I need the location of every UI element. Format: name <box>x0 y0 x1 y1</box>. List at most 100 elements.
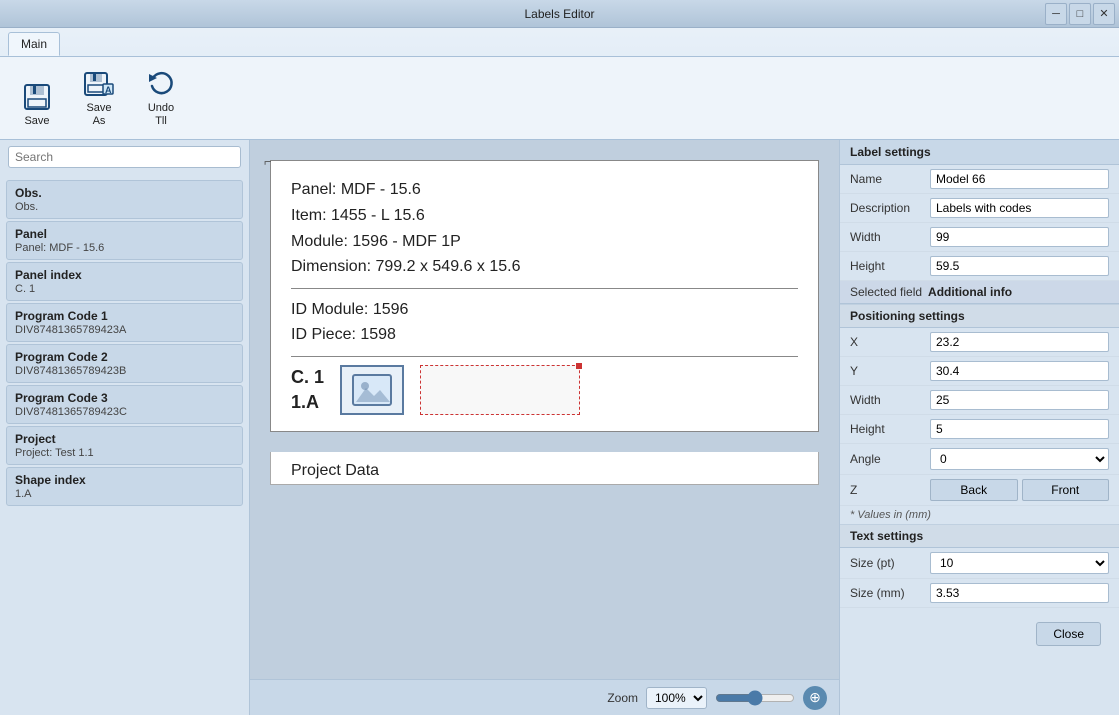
left-panel: Obs. Obs. Panel Panel: MDF - 15.6 Panel … <box>0 140 250 715</box>
zoom-select[interactable]: 50% 75% 100% 125% 150% <box>646 687 707 709</box>
save-icon <box>21 81 53 113</box>
ribbon: Main Save A <box>0 28 1119 140</box>
pos-height-row: Height <box>840 415 1119 444</box>
z-front-button[interactable]: Front <box>1022 479 1110 501</box>
pos-z-row: Z Back Front <box>840 475 1119 506</box>
close-button[interactable]: Close <box>1036 622 1101 646</box>
canvas-corner-marker: ⌐ <box>264 154 272 169</box>
field-description-label: Description <box>850 201 930 215</box>
title-bar: Labels Editor ─ □ ✕ <box>0 0 1119 28</box>
undo-all-label: UndoTll <box>148 102 174 128</box>
text-size-pt-label: Size (pt) <box>850 556 930 570</box>
list-item[interactable]: Panel index C. 1 <box>6 262 243 301</box>
close-button[interactable]: ✕ <box>1093 3 1115 25</box>
pos-y-label: Y <box>850 364 930 378</box>
window-controls: ─ □ ✕ <box>1045 3 1115 25</box>
undo-all-button[interactable]: UndoTll <box>134 63 188 133</box>
list-item[interactable]: Program Code 2 DIV87481365789423B <box>6 344 243 383</box>
field-name-label: Name <box>850 172 930 186</box>
list-item[interactable]: Program Code 1 DIV87481365789423A <box>6 303 243 342</box>
main-layout: Obs. Obs. Panel Panel: MDF - 15.6 Panel … <box>0 140 1119 715</box>
list-item-title: Obs. <box>15 186 234 200</box>
text-size-mm-label: Size (mm) <box>850 586 930 600</box>
label-settings-header: Label settings <box>840 140 1119 165</box>
left-list: Obs. Obs. Panel Panel: MDF - 15.6 Panel … <box>0 174 249 715</box>
list-item-value: DIV87481365789423A <box>15 324 234 336</box>
canvas-id-line-1: ID Module: 1596 <box>291 297 798 323</box>
selected-field-row: Selected field Additional info <box>840 281 1119 304</box>
zoom-label: Zoom <box>607 691 638 705</box>
pos-height-input[interactable] <box>930 419 1109 439</box>
pos-y-input[interactable] <box>930 361 1109 381</box>
list-item-shape-index[interactable]: Shape index 1.A <box>6 467 243 506</box>
field-name-input[interactable] <box>930 169 1109 189</box>
text-size-mm-input[interactable] <box>930 583 1109 603</box>
z-back-button[interactable]: Back <box>930 479 1018 501</box>
list-item-title: Panel <box>15 227 234 241</box>
list-item-title: Shape index <box>15 473 234 487</box>
field-width-row: Width <box>840 223 1119 252</box>
field-width-input[interactable] <box>930 227 1109 247</box>
list-item[interactable]: Program Code 3 DIV87481365789423C <box>6 385 243 424</box>
canvas-line-3: Module: 1596 - MDF 1P <box>291 229 798 255</box>
values-note: * Values in (mm) <box>840 506 1119 524</box>
list-item[interactable]: Project Project: Test 1.1 <box>6 426 243 465</box>
save-as-button[interactable]: A SaveAs <box>72 63 126 133</box>
navigator-icon[interactable]: ⊕ <box>803 686 827 710</box>
canvas-line-1: Panel: MDF - 15.6 <box>291 177 798 203</box>
canvas-id-line-2: ID Piece: 1598 <box>291 322 798 348</box>
tab-main[interactable]: Main <box>8 32 60 56</box>
ribbon-tabs: Main <box>0 32 1119 56</box>
image-selected-box[interactable] <box>420 365 580 415</box>
label-separator-1 <box>291 288 798 289</box>
field-width-label: Width <box>850 230 930 244</box>
list-item[interactable]: Panel Panel: MDF - 15.6 <box>6 221 243 260</box>
canvas-area: ⌐ Panel: MDF - 15.6 Item: 1455 - L 15.6 … <box>250 140 839 715</box>
save-button[interactable]: Save <box>10 76 64 133</box>
svg-text:A: A <box>105 85 112 95</box>
list-item-title: Panel index <box>15 268 234 282</box>
text-size-pt-select[interactable]: 10 8 12 14 <box>930 552 1109 574</box>
label-canvas[interactable]: Panel: MDF - 15.6 Item: 1455 - L 15.6 Mo… <box>270 160 819 432</box>
field-description-input[interactable] <box>930 198 1109 218</box>
window-title: Labels Editor <box>524 7 594 21</box>
canvas-scroll[interactable]: ⌐ Panel: MDF - 15.6 Item: 1455 - L 15.6 … <box>250 140 839 679</box>
label-bottom-left: C. 1 1.A <box>291 365 324 415</box>
save-as-label: SaveAs <box>86 102 111 128</box>
right-panel: Label settings Name Description Width He… <box>839 140 1119 715</box>
label-bottom-row: C. 1 1.A <box>291 365 798 415</box>
canvas-line-4: Dimension: 799.2 x 549.6 x 15.6 <box>291 254 798 280</box>
partial-title: Project Data <box>291 462 798 480</box>
partial-section: Project Data <box>270 452 819 485</box>
pos-x-row: X <box>840 328 1119 357</box>
z-buttons: Back Front <box>930 479 1109 501</box>
field-description-row: Description <box>840 194 1119 223</box>
label-separator-2 <box>291 356 798 357</box>
pos-angle-label: Angle <box>850 452 930 466</box>
list-item-value: Obs. <box>15 201 234 213</box>
list-item-value: 1.A <box>15 488 234 500</box>
list-item-title: Program Code 2 <box>15 350 234 364</box>
selected-field-value: Additional info <box>928 285 1012 299</box>
field-height-input[interactable] <box>930 256 1109 276</box>
text-settings-header: Text settings <box>840 524 1119 548</box>
positioning-header: Positioning settings <box>840 304 1119 328</box>
close-button-container: Close <box>840 608 1119 660</box>
list-item-title: Project <box>15 432 234 446</box>
pos-y-row: Y <box>840 357 1119 386</box>
zoom-slider[interactable] <box>715 690 795 706</box>
list-item-value: DIV87481365789423B <box>15 365 234 377</box>
image-placeholder[interactable] <box>340 365 404 415</box>
pos-x-input[interactable] <box>930 332 1109 352</box>
pos-z-label: Z <box>850 483 930 497</box>
pos-angle-select[interactable]: 0 90 180 270 <box>930 448 1109 470</box>
list-item-value: Panel: MDF - 15.6 <box>15 242 234 254</box>
pos-width-label: Width <box>850 393 930 407</box>
selected-field-label: Selected field <box>850 285 922 299</box>
canvas-line-2: Item: 1455 - L 15.6 <box>291 203 798 229</box>
maximize-button[interactable]: □ <box>1069 3 1091 25</box>
pos-width-input[interactable] <box>930 390 1109 410</box>
minimize-button[interactable]: ─ <box>1045 3 1067 25</box>
list-item[interactable]: Obs. Obs. <box>6 180 243 219</box>
search-input[interactable] <box>8 146 241 168</box>
